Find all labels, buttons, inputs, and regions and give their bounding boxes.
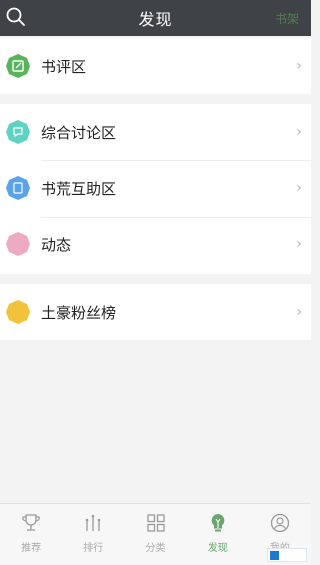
user-icon	[270, 513, 290, 533]
trophy-icon	[22, 514, 40, 531]
tab-category[interactable]: 分类	[124, 504, 186, 565]
activity-icon	[5, 231, 31, 257]
menu-group-3: 土豪粉丝榜 ›	[0, 284, 311, 340]
tab-discover[interactable]: 发现	[187, 504, 249, 565]
tab-ranking[interactable]: 排行	[62, 504, 124, 565]
top-bar: 发现 书架	[0, 0, 311, 36]
discussion-icon	[5, 119, 31, 145]
chevron-right-icon: ›	[296, 304, 302, 320]
menu-item-book-help[interactable]: 书荒互助区 ›	[0, 160, 311, 216]
menu-item-label: 书评区	[41, 58, 87, 76]
tab-label: 推荐	[21, 543, 42, 554]
chevron-right-icon: ›	[296, 236, 302, 252]
tab-label: 发现	[207, 543, 228, 554]
watermark-logo	[267, 548, 307, 562]
bottom-tab-bar: 推荐 排行 分类 发现	[0, 503, 311, 565]
edit-icon	[5, 53, 31, 79]
menu-item-label: 动态	[41, 236, 72, 254]
chevron-right-icon: ›	[296, 58, 302, 74]
chevron-right-icon: ›	[296, 124, 302, 140]
bookshelf-button[interactable]: 书架	[275, 10, 299, 27]
menu-item-book-review[interactable]: 书评区 ›	[0, 38, 311, 94]
discover-icon	[211, 514, 225, 532]
tab-label: 分类	[145, 543, 166, 554]
menu-item-fan-ranking[interactable]: 土豪粉丝榜 ›	[0, 284, 311, 340]
logo-icon	[270, 550, 279, 560]
coin-icon	[5, 299, 31, 325]
search-icon[interactable]	[5, 6, 27, 28]
tab-recommend[interactable]: 推荐	[0, 504, 62, 565]
tab-label: 排行	[83, 543, 104, 554]
menu-group-2: 综合讨论区 › 书荒互助区 › 动态 ›	[0, 104, 311, 274]
menu-group-1: 书评区 ›	[0, 38, 311, 94]
grid-icon	[146, 514, 165, 532]
book-icon	[5, 175, 31, 201]
page-title: 发现	[138, 10, 173, 29]
chevron-right-icon: ›	[296, 180, 302, 196]
menu-item-general-discussion[interactable]: 综合讨论区 ›	[0, 104, 311, 160]
menu-item-activity[interactable]: 动态 ›	[0, 216, 311, 272]
menu-item-label: 土豪粉丝榜	[41, 304, 117, 322]
menu-item-label: 书荒互助区	[41, 180, 117, 198]
menu-item-label: 综合讨论区	[41, 124, 117, 142]
ranking-icon	[85, 514, 101, 531]
